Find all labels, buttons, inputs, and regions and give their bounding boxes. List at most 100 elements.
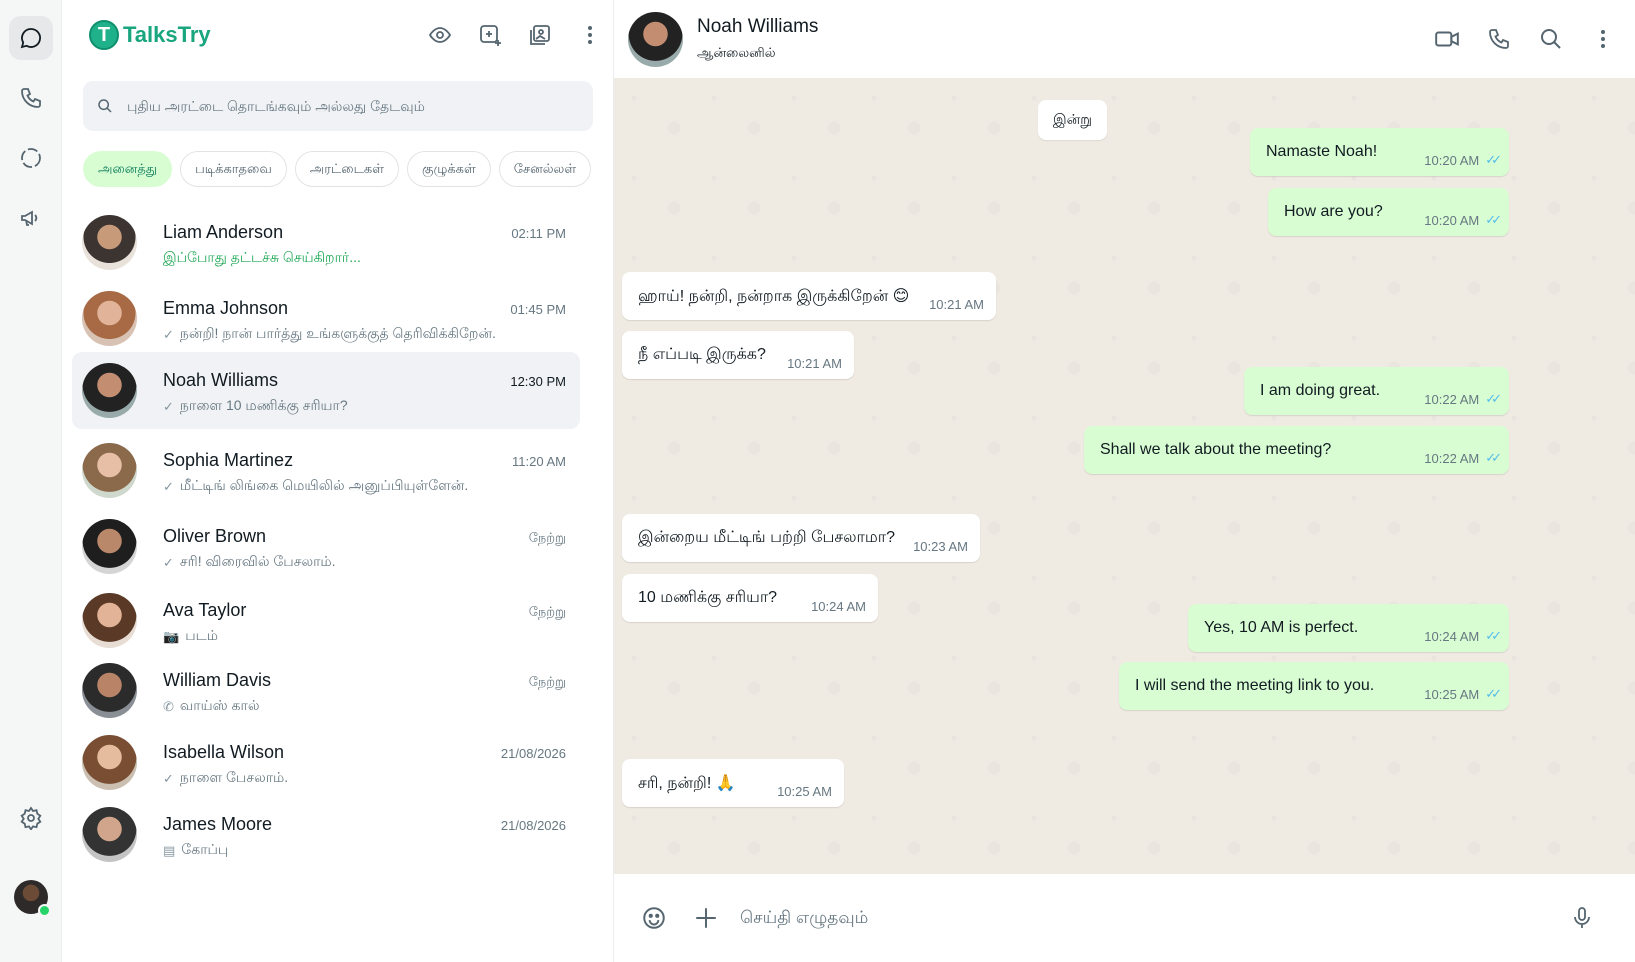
- profile-avatar[interactable]: [14, 880, 51, 917]
- search-icon[interactable]: [1537, 25, 1565, 53]
- chat-preview: 📷 படம்: [163, 627, 218, 646]
- sent-tick-icon: ✓: [163, 770, 174, 786]
- chat-list-item[interactable]: William Davis நேற்று ✆ வாய்ஸ் கால்: [72, 652, 580, 729]
- chat-preview: ✓ மீட்டிங் லிங்கை மெயிலில் அனுப்பியுள்ளேன…: [163, 477, 468, 496]
- chat-list-item[interactable]: Isabella Wilson 21/08/2026 ✓ நாளை பேசலாம்.: [72, 724, 580, 801]
- message-time: 10:20 AM: [1424, 212, 1480, 228]
- channels-icon[interactable]: [9, 196, 53, 240]
- eye-icon[interactable]: [427, 22, 453, 48]
- message-text: Namaste Noah!: [1266, 143, 1378, 160]
- avatar: [82, 443, 137, 498]
- message-meta: 10:22 AM ✓✓: [1424, 391, 1502, 407]
- message-time: 10:25 AM: [1424, 686, 1480, 702]
- message-bubble-incoming[interactable]: இன்றைய மீட்டிங் பற்றி பேசலாமா? 10:23 AM: [622, 514, 980, 562]
- gallery-icon[interactable]: [527, 22, 553, 48]
- more-options-icon[interactable]: [577, 22, 603, 48]
- attach-plus-icon[interactable]: [692, 904, 720, 932]
- message-bubble-incoming[interactable]: ஹாய்! நன்றி, நன்றாக இருக்கிறேன் 😊 10:21 A…: [622, 272, 996, 320]
- chat-name: Emma Johnson: [163, 298, 289, 318]
- read-receipt-icon: ✓✓: [1485, 450, 1502, 465]
- sidebar-toolbar: [427, 22, 603, 48]
- online-indicator: [38, 904, 51, 917]
- chat-name: Sophia Martinez: [163, 450, 294, 470]
- chat-time: நேற்று: [528, 604, 566, 619]
- day-divider: இன்று: [1038, 100, 1107, 140]
- chat-preview: ✆ வாய்ஸ் கால்: [163, 697, 259, 716]
- search-icon: [98, 99, 112, 113]
- filter-chats[interactable]: அரட்டைகள்: [294, 151, 399, 187]
- video-call-icon[interactable]: [1433, 25, 1461, 53]
- message-bubble-outgoing[interactable]: Namaste Noah! 10:20 AM ✓✓: [1250, 128, 1509, 176]
- chat-list-item[interactable]: Ava Taylor நேற்று 📷 படம்: [72, 582, 580, 659]
- read-receipt-icon: ✓✓: [1485, 686, 1502, 701]
- calls-icon[interactable]: [9, 76, 53, 120]
- chat-name: Liam Anderson: [163, 222, 284, 242]
- search-input[interactable]: [127, 98, 567, 114]
- chat-list-item[interactable]: James Moore 21/08/2026 ▤ கோப்பு: [72, 796, 580, 873]
- message-bubble-outgoing[interactable]: Shall we talk about the meeting? 10:22 AM…: [1084, 426, 1509, 474]
- chat-list-item[interactable]: Liam Anderson 02:11 PM இப்போது தட்டச்சு செ…: [72, 204, 580, 281]
- message-text: Yes, 10 AM is perfect.: [1204, 619, 1359, 636]
- voice-call-icon: ✆: [163, 698, 174, 714]
- chat-preview: ✓ சரி! விரைவில் பேசலாம்.: [163, 553, 336, 572]
- message-meta: 10:20 AM ✓✓: [1424, 152, 1502, 168]
- filter-chips: அனைத்து படிக்காதவை அரட்டைகள் குழுக்கள் ச…: [83, 151, 592, 187]
- message-bubble-outgoing[interactable]: How are you? 10:20 AM ✓✓: [1268, 188, 1509, 236]
- filter-channels[interactable]: சேனல்லள்: [498, 151, 592, 187]
- chat-list-item[interactable]: Sophia Martinez 11:20 AM ✓ மீட்டிங் லிங்கை …: [72, 432, 580, 509]
- chat-name: Noah Williams: [163, 370, 279, 390]
- chats-icon[interactable]: [9, 16, 53, 60]
- chat-time: 12:30 PM: [510, 374, 566, 389]
- chat-preview: ✓ நாளை 10 மணிக்கு சரியா?: [163, 397, 348, 416]
- status-icon[interactable]: [9, 136, 53, 180]
- chat-preview: ✓ நன்றி! நான் பார்த்து உங்களுக்குத் தெரிவ…: [163, 325, 496, 344]
- read-receipt-icon: ✓✓: [1485, 628, 1502, 643]
- filter-groups[interactable]: குழுக்கள்: [406, 151, 491, 187]
- new-chat-icon[interactable]: [477, 22, 503, 48]
- contact-name[interactable]: Noah Williams: [697, 16, 818, 38]
- message-text: I am doing great.: [1260, 382, 1381, 399]
- message-meta: 10:25 AM: [777, 784, 832, 799]
- chat-name: William Davis: [163, 670, 271, 690]
- chat-time: 01:45 PM: [510, 302, 566, 317]
- message-bubble-outgoing[interactable]: I am doing great. 10:22 AM ✓✓: [1244, 367, 1509, 415]
- filter-unread[interactable]: படிக்காதவை: [180, 151, 287, 187]
- photo-icon: 📷: [163, 628, 180, 644]
- voice-call-icon[interactable]: [1485, 25, 1513, 53]
- message-time: 10:25 AM: [777, 784, 832, 799]
- chat-list-item[interactable]: Noah Williams 12:30 PM ✓ நாளை 10 மணிக்கு சர…: [72, 352, 580, 429]
- chat-list-item[interactable]: Oliver Brown நேற்று ✓ சரி! விரைவில் பேசலாம்…: [72, 508, 580, 585]
- message-input[interactable]: [740, 900, 1520, 936]
- chat-list-item[interactable]: Emma Johnson 01:45 PM ✓ நன்றி! நான் பார்த்த…: [72, 280, 580, 357]
- microphone-icon[interactable]: [1568, 904, 1596, 932]
- read-receipt-icon: ✓✓: [1485, 152, 1502, 167]
- message-bubble-incoming[interactable]: 10 மணிக்கு சரியா? 10:24 AM: [622, 574, 878, 622]
- chat-time: 02:11 PM: [511, 226, 566, 241]
- emoji-icon[interactable]: [640, 904, 668, 932]
- more-options-icon[interactable]: [1589, 25, 1617, 53]
- avatar: [82, 519, 137, 574]
- message-time: 10:22 AM: [1424, 391, 1480, 407]
- conversation-toolbar: [1433, 25, 1617, 53]
- message-meta: 10:22 AM ✓✓: [1424, 450, 1502, 466]
- message-bubble-incoming[interactable]: நீ எப்படி இருக்க? 10:21 AM: [622, 331, 854, 379]
- chat-preview-text: நாளை பேசலாம்.: [179, 769, 289, 785]
- chat-name: James Moore: [163, 814, 273, 834]
- message-bubble-outgoing[interactable]: I will send the meeting link to you. 10:2…: [1119, 662, 1509, 710]
- avatar: [82, 663, 137, 718]
- message-bubble-incoming[interactable]: சரி, நன்றி! 🙏 10:25 AM: [622, 759, 844, 807]
- filter-all[interactable]: அனைத்து: [83, 151, 173, 187]
- chat-preview-text: மீட்டிங் லிங்கை மெயிலில் அனுப்பியுள்ளேன்…: [179, 477, 469, 493]
- sent-tick-icon: ✓: [163, 398, 174, 414]
- chat-time: 21/08/2026: [500, 818, 566, 833]
- message-meta: 10:24 AM: [811, 599, 866, 614]
- message-time: 10:24 AM: [811, 599, 866, 614]
- message-time: 10:22 AM: [1424, 450, 1480, 466]
- settings-icon[interactable]: [9, 796, 53, 840]
- avatar: [82, 215, 137, 270]
- read-receipt-icon: ✓✓: [1485, 212, 1502, 227]
- sent-tick-icon: ✓: [163, 478, 174, 494]
- contact-avatar[interactable]: [628, 12, 683, 67]
- message-bubble-outgoing[interactable]: Yes, 10 AM is perfect. 10:24 AM ✓✓: [1188, 604, 1509, 652]
- message-area[interactable]: இன்று Namaste Noah! 10:20 AM ✓✓ How are you…: [614, 78, 1635, 874]
